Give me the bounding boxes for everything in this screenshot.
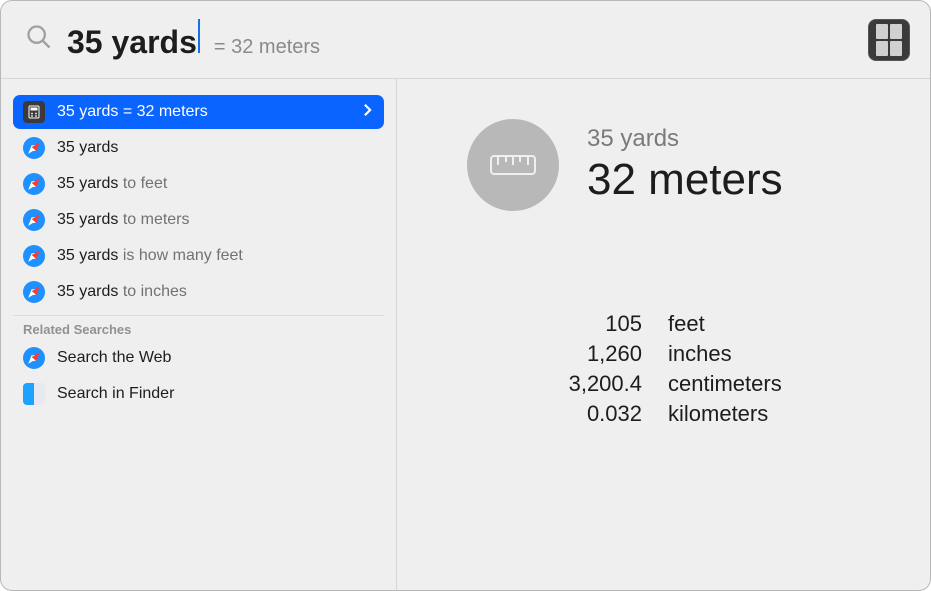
search-inline-result: = 32 meters bbox=[214, 36, 320, 59]
preview-pane: 35 yards 32 meters 105 feet 1,260 inches… bbox=[397, 79, 930, 590]
text-cursor bbox=[198, 19, 200, 53]
conversion-unit: kilometers bbox=[668, 401, 890, 427]
safari-icon bbox=[23, 281, 45, 303]
conversion-value: 1,260 bbox=[467, 341, 642, 367]
ruler-icon-circle bbox=[467, 119, 559, 211]
result-suggestion[interactable]: 35 yards to inches bbox=[13, 275, 384, 309]
safari-icon bbox=[23, 173, 45, 195]
conversion-unit: feet bbox=[668, 311, 890, 337]
search-bar: 35 yards = 32 meters bbox=[1, 1, 930, 79]
result-suggestion[interactable]: 35 yards bbox=[13, 131, 384, 165]
chevron-right-icon bbox=[363, 103, 374, 122]
conversions-table: 105 feet 1,260 inches 3,200.4 centimeter… bbox=[467, 311, 890, 427]
conversion-value: 105 bbox=[467, 311, 642, 337]
result-text: 35 yards to inches bbox=[57, 283, 187, 301]
result-suggestion[interactable]: 35 yards is how many feet bbox=[13, 239, 384, 273]
result-text: 35 yards = 32 meters bbox=[57, 103, 208, 121]
calculator-icon bbox=[23, 101, 45, 123]
safari-icon bbox=[23, 347, 45, 369]
result-suggestion[interactable]: 35 yards to feet bbox=[13, 167, 384, 201]
conversion-unit: inches bbox=[668, 341, 890, 367]
calculator-app-icon[interactable] bbox=[868, 19, 910, 61]
preview-output-label: 32 meters bbox=[587, 155, 783, 205]
section-label-related: Related Searches bbox=[13, 318, 384, 341]
ruler-icon bbox=[490, 155, 536, 175]
safari-icon bbox=[23, 209, 45, 231]
results-sidebar: 35 yards = 32 meters 35 yards 35 yards t… bbox=[1, 79, 397, 590]
result-text: 35 yards bbox=[57, 139, 118, 157]
search-input-wrap[interactable]: 35 yards = 32 meters bbox=[67, 19, 868, 61]
result-text: 35 yards to meters bbox=[57, 211, 190, 229]
conversion-value: 0.032 bbox=[467, 401, 642, 427]
conversion-unit: centimeters bbox=[668, 371, 890, 397]
content-area: 35 yards = 32 meters 35 yards 35 yards t… bbox=[1, 79, 930, 590]
spotlight-window: 35 yards = 32 meters 35 yards = 32 meter… bbox=[0, 0, 931, 591]
result-text: Search in Finder bbox=[57, 385, 174, 403]
section-divider bbox=[13, 315, 384, 316]
result-related-web[interactable]: Search the Web bbox=[13, 341, 384, 375]
finder-icon bbox=[23, 383, 45, 405]
conversion-value: 3,200.4 bbox=[467, 371, 642, 397]
result-text: 35 yards is how many feet bbox=[57, 247, 243, 265]
result-suggestion[interactable]: 35 yards to meters bbox=[13, 203, 384, 237]
preview-header: 35 yards 32 meters bbox=[467, 119, 890, 211]
safari-icon bbox=[23, 137, 45, 159]
result-top-hit[interactable]: 35 yards = 32 meters bbox=[13, 95, 384, 129]
result-text: 35 yards to feet bbox=[57, 175, 167, 193]
search-icon bbox=[25, 23, 53, 56]
result-text: Search the Web bbox=[57, 349, 171, 367]
result-related-finder[interactable]: Search in Finder bbox=[13, 377, 384, 411]
preview-input-label: 35 yards bbox=[587, 125, 783, 153]
search-input[interactable]: 35 yards bbox=[67, 24, 197, 61]
safari-icon bbox=[23, 245, 45, 267]
